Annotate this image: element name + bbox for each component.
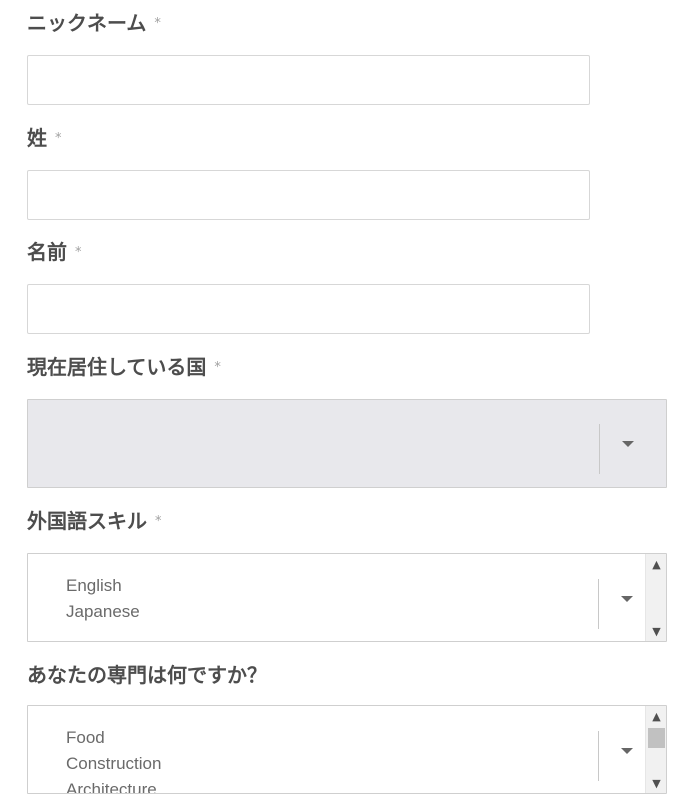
nickname-label: ニックネーム *: [27, 10, 161, 37]
language-options: English Japanese: [66, 573, 140, 625]
specialty-select[interactable]: Food Construction Architecture ▲ ▼: [27, 705, 667, 794]
required-mark: *: [154, 16, 161, 31]
country-select[interactable]: [27, 399, 667, 488]
option-japanese[interactable]: Japanese: [66, 599, 140, 625]
select-divider: [598, 579, 599, 629]
nickname-input[interactable]: [27, 55, 590, 105]
option-construction[interactable]: Construction: [66, 751, 161, 777]
chevron-down-icon[interactable]: [622, 441, 634, 447]
country-label-text: 現在居住している国: [27, 355, 207, 379]
select-divider: [599, 424, 600, 474]
language-skill-select[interactable]: English Japanese ▲ ▼: [27, 553, 667, 642]
required-mark: *: [214, 360, 221, 375]
last-name-label: 姓 *: [27, 125, 62, 152]
scrollbar-thumb[interactable]: [648, 728, 665, 748]
scrollbar[interactable]: ▲ ▼: [645, 706, 666, 793]
first-name-input[interactable]: [27, 284, 590, 334]
last-name-input[interactable]: [27, 170, 590, 220]
specialty-options: Food Construction Architecture: [66, 725, 161, 793]
required-mark: *: [155, 514, 162, 529]
language-skill-label: 外国語スキル *: [27, 508, 162, 535]
required-mark: *: [75, 245, 82, 260]
specialty-label: あなたの専門は何ですか？: [27, 662, 267, 688]
select-divider: [598, 731, 599, 781]
scroll-down-arrow-icon[interactable]: ▼: [646, 775, 666, 791]
first-name-label: 名前 *: [27, 239, 82, 266]
chevron-down-icon[interactable]: [621, 748, 633, 754]
chevron-down-icon[interactable]: [621, 596, 633, 602]
nickname-label-text: ニックネーム: [27, 11, 147, 35]
option-english[interactable]: English: [66, 573, 140, 599]
country-label: 現在居住している国 *: [27, 354, 221, 381]
option-food[interactable]: Food: [66, 725, 161, 751]
registration-form: ニックネーム * 姓 * 名前 * 現在居住している国 * 外国語スキル * Englis…: [0, 0, 675, 801]
first-name-label-text: 名前: [27, 240, 67, 264]
specialty-label-text: あなたの専門は何ですか？: [27, 663, 267, 687]
scroll-up-arrow-icon[interactable]: ▲: [646, 556, 666, 572]
scrollbar[interactable]: ▲ ▼: [645, 554, 666, 641]
scroll-up-arrow-icon[interactable]: ▲: [646, 708, 666, 724]
required-mark: *: [55, 131, 62, 146]
last-name-label-text: 姓: [27, 126, 47, 150]
scroll-down-arrow-icon[interactable]: ▼: [646, 623, 666, 639]
language-skill-label-text: 外国語スキル: [27, 509, 147, 533]
option-architecture[interactable]: Architecture: [66, 777, 161, 793]
